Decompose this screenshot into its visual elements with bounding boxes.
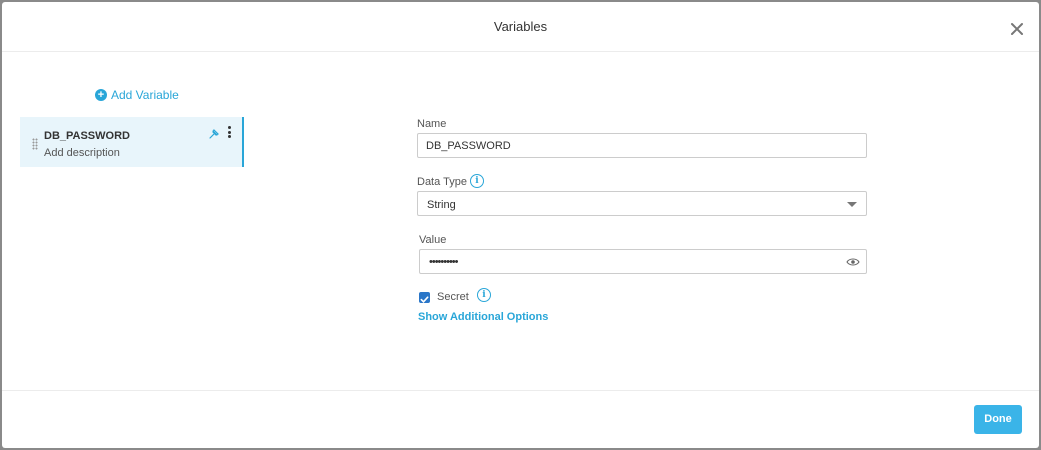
secret-checkbox[interactable] bbox=[419, 292, 430, 303]
data-type-label: Data Type bbox=[417, 176, 467, 188]
info-icon[interactable]: i bbox=[470, 174, 484, 188]
chevron-down-icon bbox=[847, 202, 857, 207]
secret-label: Secret bbox=[437, 291, 469, 303]
dialog-header: Variables bbox=[2, 2, 1039, 52]
data-type-value: String bbox=[427, 199, 456, 211]
add-variable-button[interactable]: + Add Variable bbox=[95, 88, 179, 102]
drag-handle-icon[interactable] bbox=[32, 138, 38, 150]
checkmark-icon bbox=[420, 296, 429, 303]
plus-circle-icon: + bbox=[95, 89, 107, 101]
variable-name: DB_PASSWORD bbox=[44, 130, 130, 142]
name-field[interactable] bbox=[417, 133, 867, 158]
name-input[interactable] bbox=[426, 138, 826, 154]
add-description-link[interactable]: Add description bbox=[44, 147, 120, 159]
value-masked: •••••••••• bbox=[429, 256, 458, 268]
pin-icon[interactable] bbox=[208, 128, 220, 140]
done-button[interactable]: Done bbox=[974, 405, 1022, 434]
name-label: Name bbox=[417, 118, 447, 130]
variables-dialog: Variables + Add Variable DB_PASSWORD Add… bbox=[2, 2, 1039, 448]
more-options-icon[interactable] bbox=[225, 126, 233, 140]
add-variable-label: Add Variable bbox=[111, 88, 179, 102]
data-type-select[interactable]: String bbox=[417, 191, 867, 216]
close-icon[interactable] bbox=[1009, 21, 1025, 37]
info-icon[interactable]: i bbox=[477, 288, 491, 302]
footer-divider bbox=[2, 390, 1039, 391]
eye-icon[interactable] bbox=[846, 257, 860, 267]
value-label: Value bbox=[419, 234, 447, 246]
value-field[interactable]: •••••••••• bbox=[419, 249, 867, 274]
variable-list-item[interactable]: DB_PASSWORD Add description bbox=[20, 117, 244, 167]
dialog-title: Variables bbox=[493, 19, 548, 34]
show-additional-options-link[interactable]: Show Additional Options bbox=[418, 311, 548, 323]
